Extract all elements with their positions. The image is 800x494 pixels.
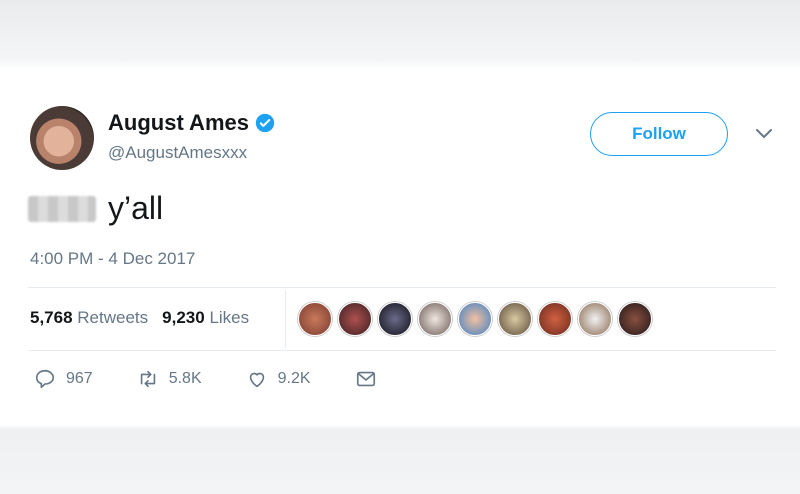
like-icon: [249, 372, 264, 388]
author-avatar[interactable]: [30, 106, 94, 170]
liker-avatar[interactable]: [538, 302, 572, 336]
follow-button[interactable]: Follow: [590, 112, 728, 156]
liker-avatar[interactable]: [298, 302, 332, 336]
blurred-word: [28, 195, 96, 222]
liker-avatars: [298, 302, 652, 336]
like-count: 9.2K: [277, 370, 311, 387]
like-button[interactable]: 9.2K: [246, 368, 311, 390]
retweet-icon: [140, 370, 155, 388]
tweet-body: y’all: [28, 190, 163, 227]
divider-bottom: [28, 350, 776, 351]
author-name[interactable]: August Ames: [108, 110, 249, 136]
liker-avatar[interactable]: [338, 302, 372, 336]
stats-divider: [285, 290, 286, 348]
engagement-stats: 5,768 Retweets 9,230 Likes: [30, 308, 249, 328]
message-button[interactable]: [355, 368, 377, 390]
liker-avatar[interactable]: [458, 302, 492, 336]
retweets-count: 5,768: [30, 308, 73, 327]
likes-label: Likes: [209, 308, 250, 327]
retweet-button[interactable]: 5.8K: [137, 368, 202, 390]
divider-top: [28, 287, 776, 288]
author-handle[interactable]: @AugustAmesxxx: [108, 143, 247, 163]
liker-avatar[interactable]: [618, 302, 652, 336]
likes-count: 9,230: [162, 308, 205, 327]
message-icon: [356, 371, 375, 387]
liker-avatar[interactable]: [498, 302, 532, 336]
tweet-actions: 967 5.8K 9.2K: [34, 368, 421, 390]
likes-stat[interactable]: 9,230 Likes: [162, 308, 249, 328]
retweets-label: Retweets: [77, 308, 149, 327]
verified-badge-icon: [255, 113, 275, 133]
reply-count: 967: [66, 370, 93, 387]
liker-avatar[interactable]: [418, 302, 452, 336]
retweet-count: 5.8K: [168, 370, 202, 387]
liker-avatar[interactable]: [378, 302, 412, 336]
reply-icon: [35, 369, 55, 389]
reply-button[interactable]: 967: [34, 368, 93, 390]
retweets-stat[interactable]: 5,768 Retweets: [30, 308, 148, 328]
tweet-text: y’all: [108, 190, 164, 226]
liker-avatar[interactable]: [578, 302, 612, 336]
tweet-timestamp[interactable]: 4:00 PM - 4 Dec 2017: [30, 249, 195, 269]
chevron-down-icon[interactable]: [755, 128, 773, 140]
author-name-row: August Ames: [108, 110, 275, 136]
